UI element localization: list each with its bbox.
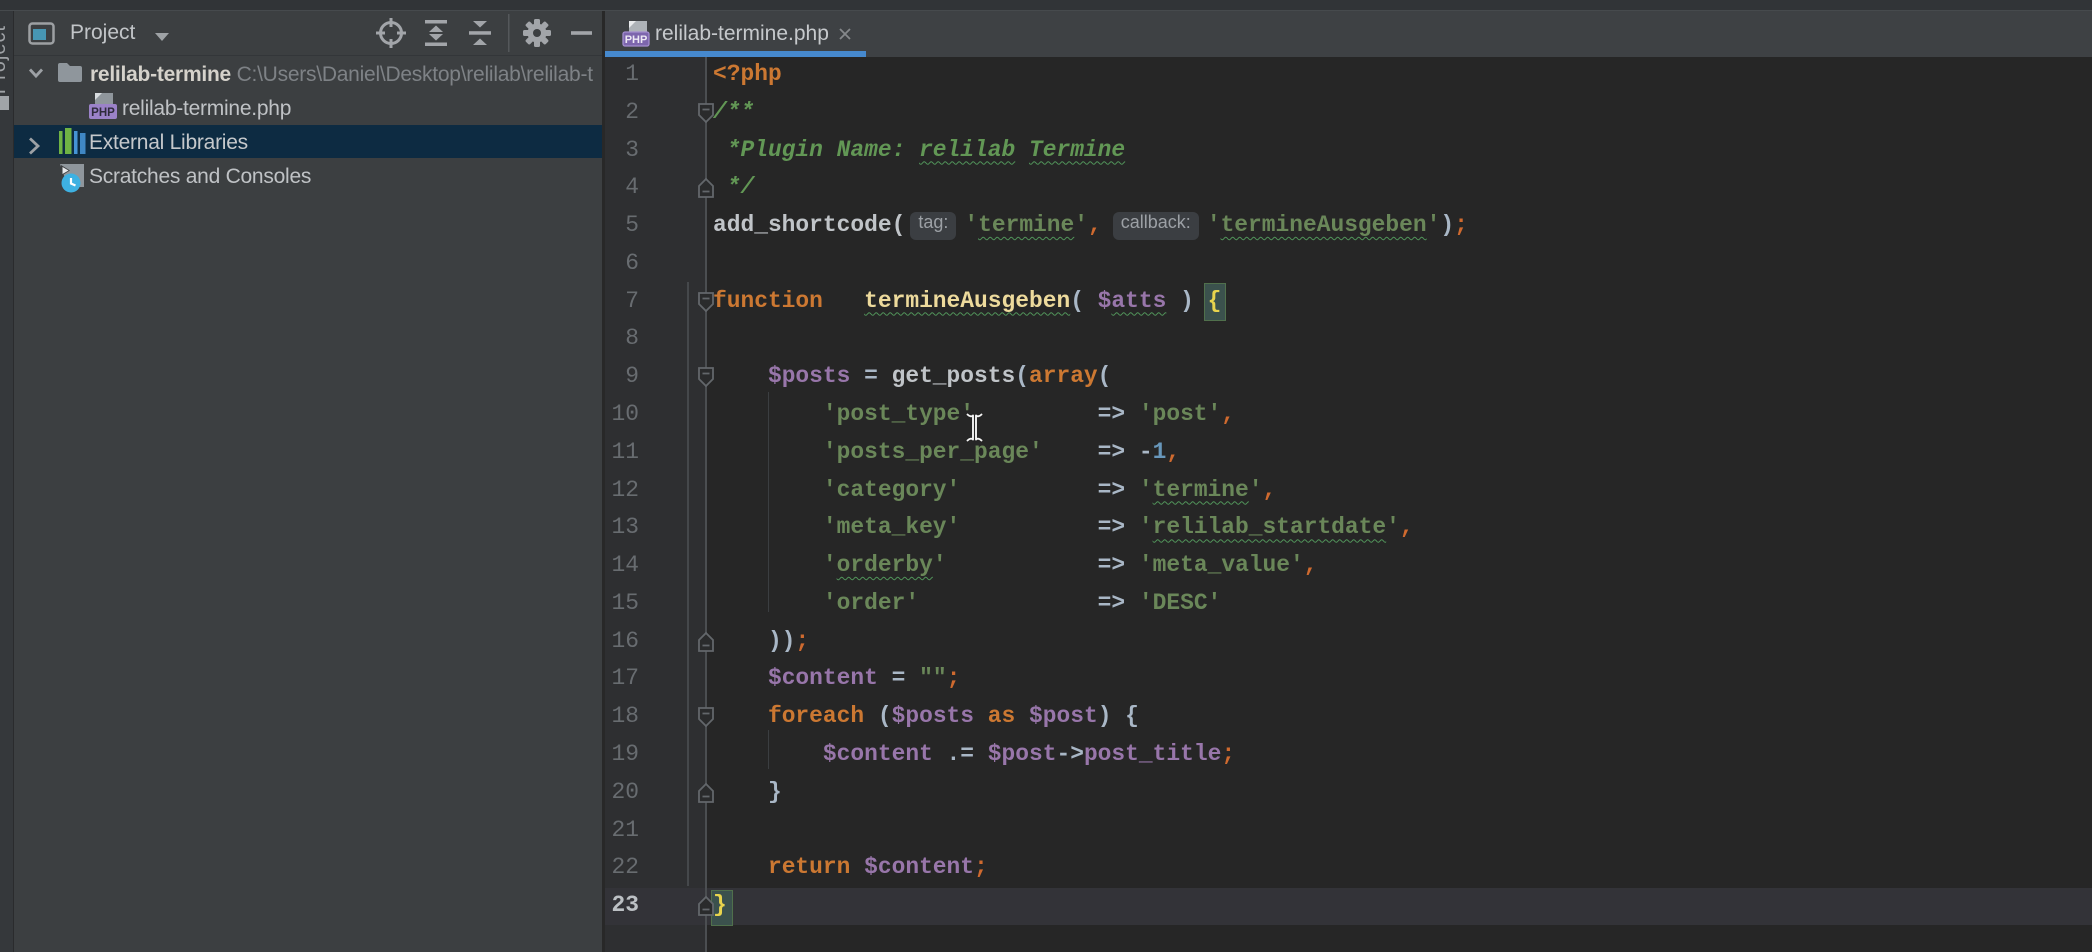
svg-text:PHP: PHP bbox=[625, 34, 648, 46]
svg-text:PHP: PHP bbox=[91, 107, 115, 119]
